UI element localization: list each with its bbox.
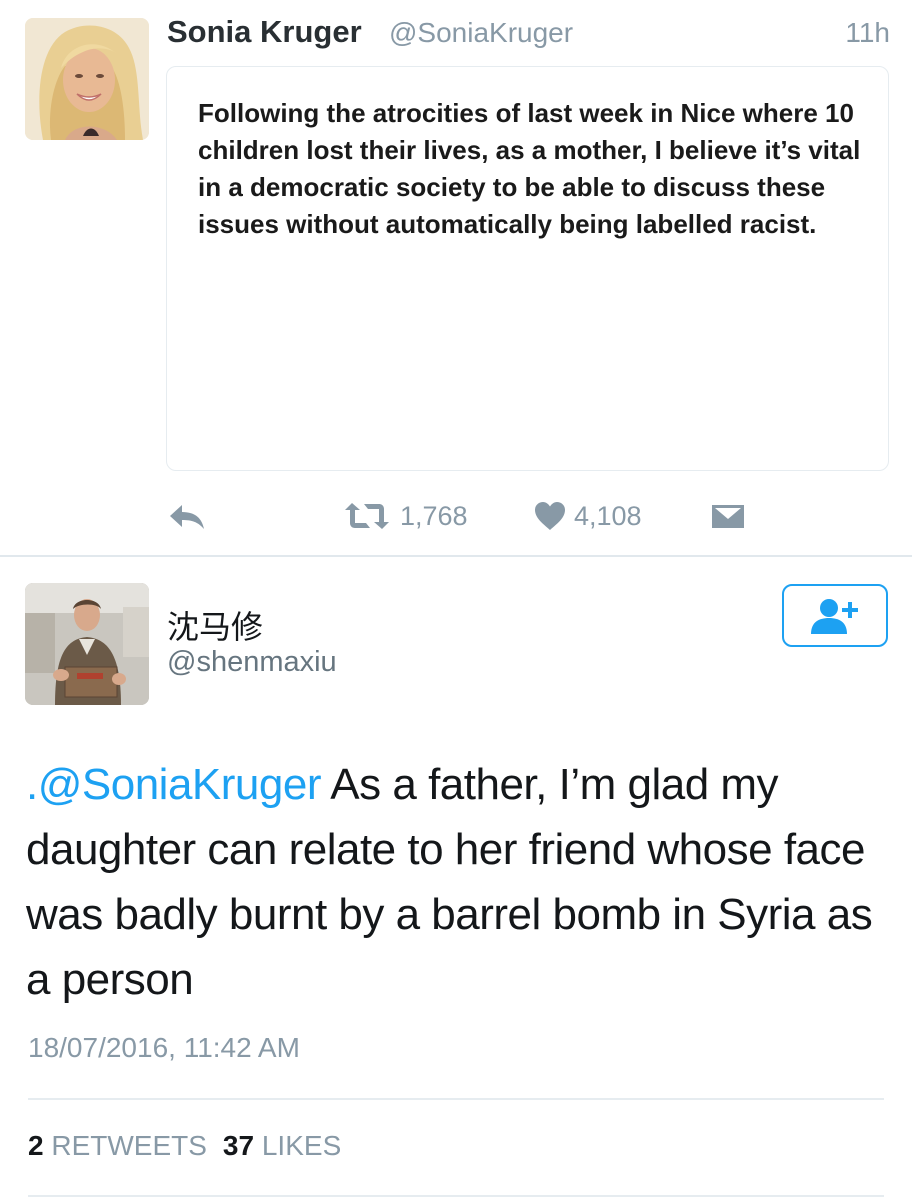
retweet-icon xyxy=(345,503,389,529)
tweet-text: .@SoniaKruger As a father, I’m glad my d… xyxy=(26,752,886,1012)
retweets-count: 2 xyxy=(28,1130,44,1161)
reply-icon xyxy=(170,505,204,529)
tweet-divider xyxy=(0,555,912,557)
retweet-button[interactable]: 1,768 xyxy=(344,498,468,534)
author-handle[interactable]: @shenmaxiu xyxy=(167,646,337,679)
text-image-card[interactable]: Following the atrocities of last week in… xyxy=(166,66,889,471)
mention-link[interactable]: .@SoniaKruger xyxy=(26,760,322,809)
tweet-header: Sonia Kruger @SoniaKruger 11h xyxy=(167,14,890,54)
retweets-label: RETWEETS xyxy=(51,1130,207,1161)
avatar-photo xyxy=(25,583,149,705)
retweets-stat[interactable]: 2 RETWEETS xyxy=(28,1130,207,1161)
likes-stat[interactable]: 37 LIKES xyxy=(223,1130,341,1161)
direct-message-button[interactable] xyxy=(711,498,745,534)
envelope-icon xyxy=(712,505,744,528)
tweet-timestamp[interactable]: 11h xyxy=(845,17,890,49)
like-count: 4,108 xyxy=(574,500,642,531)
likes-label: LIKES xyxy=(261,1130,342,1161)
follow-user-icon xyxy=(811,598,858,634)
avatar[interactable] xyxy=(25,18,149,140)
tweet-stats: 2 RETWEETS 37 LIKES xyxy=(28,1130,341,1162)
author-name[interactable]: Sonia Kruger xyxy=(167,14,362,50)
stats-divider-bottom xyxy=(28,1195,884,1197)
author-name[interactable]: 沈马修 xyxy=(167,602,263,648)
tweet-date: 18/07/2016, 11:42 AM xyxy=(28,1032,300,1063)
like-button[interactable]: 4,108 xyxy=(534,498,642,534)
retweet-count: 1,768 xyxy=(400,500,468,531)
reply-button[interactable] xyxy=(168,498,208,534)
follow-button[interactable] xyxy=(782,584,888,647)
avatar-photo xyxy=(25,18,149,140)
stats-divider-top xyxy=(28,1098,884,1100)
tweet-actions: 1,768 4,108 xyxy=(166,498,766,534)
tweet-sonia-kruger: Sonia Kruger @SoniaKruger 11h Following … xyxy=(0,0,912,556)
image-text: Following the atrocities of last week in… xyxy=(198,98,861,239)
author-handle[interactable]: @SoniaKruger xyxy=(389,17,573,49)
heart-icon xyxy=(535,502,565,530)
likes-count: 37 xyxy=(222,1130,255,1161)
avatar[interactable] xyxy=(25,583,149,705)
